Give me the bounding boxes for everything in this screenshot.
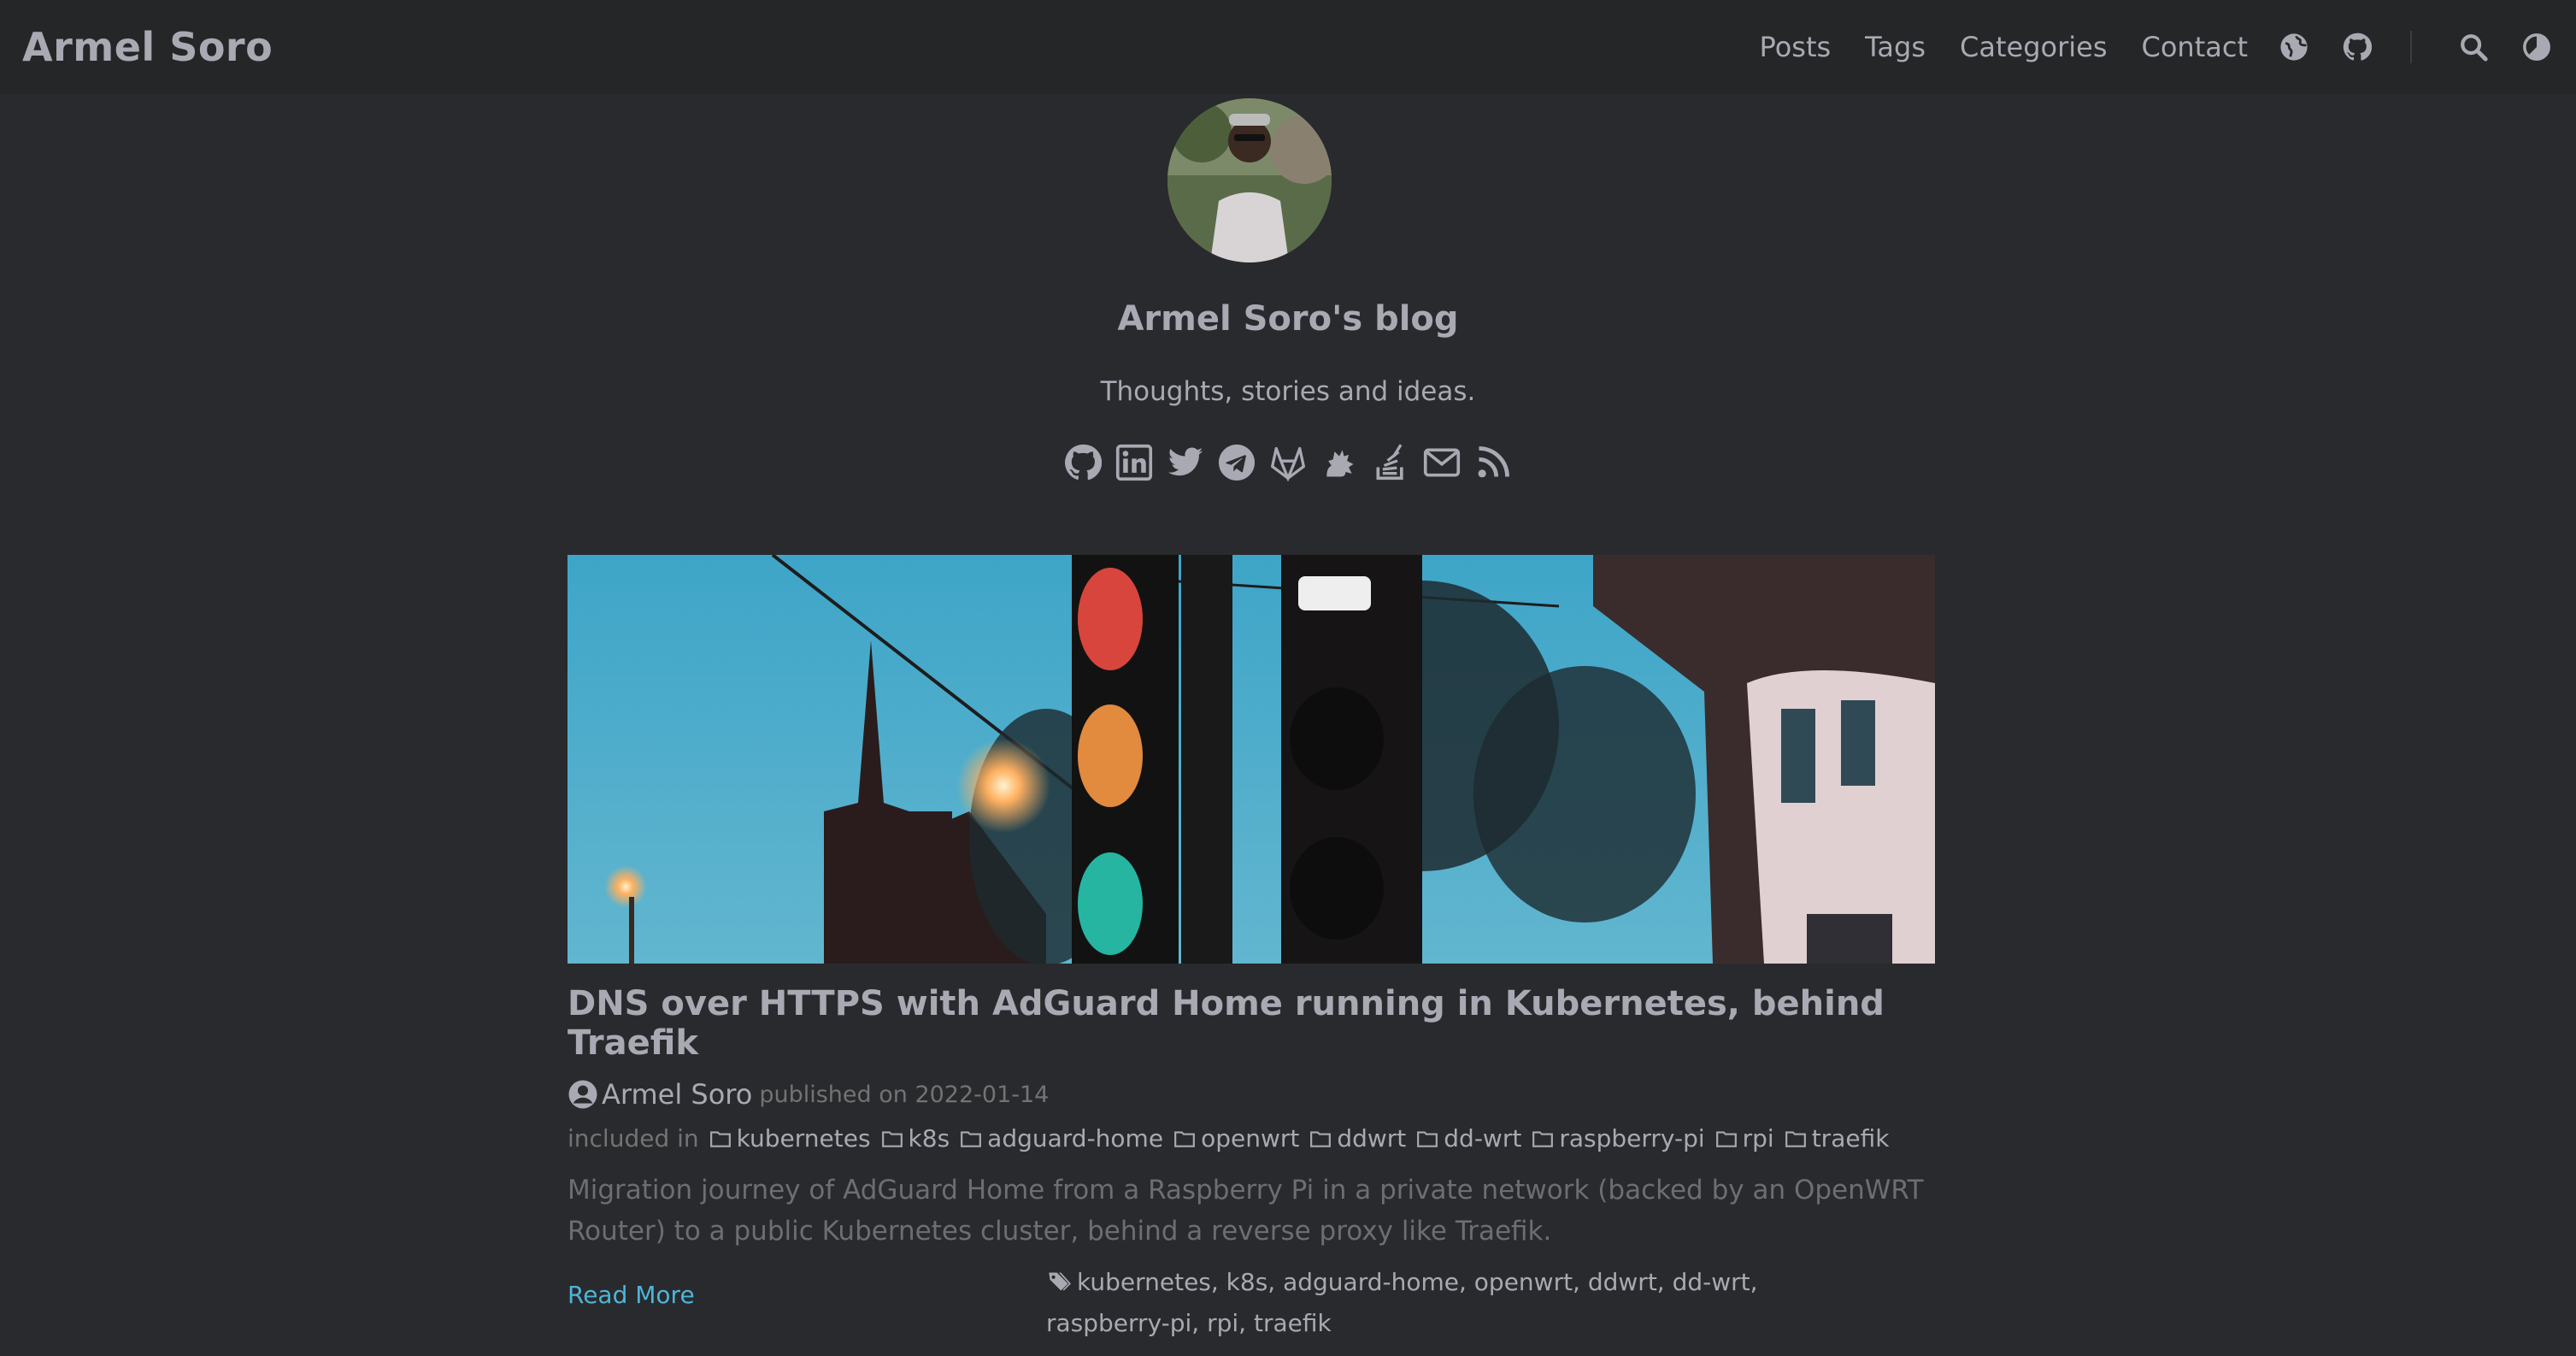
language-icon[interactable]	[2277, 30, 2311, 64]
stackoverflow-icon[interactable]	[1370, 440, 1411, 485]
profile-avatar	[1167, 98, 1332, 262]
theme-toggle-icon[interactable]	[2520, 30, 2554, 64]
post-meta: Armel Soro published on 2022-01-14	[568, 1078, 1935, 1111]
category-label: ddwrt	[1337, 1124, 1407, 1153]
linkedin-icon[interactable]	[1114, 440, 1155, 485]
post-footer: Read More kubernetes, k8s, adguard-home,…	[568, 1262, 1935, 1356]
category-link-kubernetes[interactable]: kubernetes	[708, 1124, 871, 1153]
category-label: raspberry-pi	[1559, 1124, 1705, 1153]
category-link-traefik[interactable]: traefik	[1783, 1124, 1890, 1153]
nav-posts[interactable]: Posts	[1760, 31, 1832, 63]
twitter-icon[interactable]	[1165, 440, 1206, 485]
category-link-k8s[interactable]: k8s	[879, 1124, 950, 1153]
category-link-rpi[interactable]: rpi	[1714, 1124, 1774, 1153]
post-categories: included in kubernetes k8s adguard-home ope…	[568, 1124, 1935, 1153]
email-icon[interactable]	[1421, 440, 1462, 485]
category-link-dd-wrt[interactable]: dd-wrt	[1414, 1124, 1521, 1153]
blog-subtitle: Thoughts, stories and ideas.	[1100, 376, 1476, 407]
folder-icon	[1174, 1130, 1195, 1147]
post-summary: Migration journey of AdGuard Home from a…	[568, 1175, 1924, 1247]
folder-icon	[1417, 1130, 1438, 1147]
social-links	[0, 440, 2576, 485]
nav-tags[interactable]: Tags	[1865, 31, 1926, 63]
category-link-adguard-home[interactable]: adguard-home	[958, 1124, 1163, 1153]
included-in-label: included in	[568, 1124, 699, 1153]
category-link-openwrt[interactable]: openwrt	[1172, 1124, 1299, 1153]
main-nav: Posts Tags Categories Contact	[1760, 0, 2554, 94]
folder-icon	[1532, 1130, 1554, 1147]
rss-icon[interactable]	[1473, 440, 1514, 485]
category-label: rpi	[1742, 1124, 1774, 1153]
folder-icon	[881, 1130, 903, 1147]
post-date: published on 2022-01-14	[759, 1081, 1050, 1108]
post-author[interactable]: Armel Soro	[602, 1078, 752, 1111]
user-icon	[568, 1080, 597, 1109]
read-more-link[interactable]: Read More	[568, 1281, 695, 1309]
telegram-icon[interactable]	[1216, 440, 1257, 485]
post-cover-image[interactable]	[568, 555, 1935, 964]
github-icon[interactable]	[2340, 30, 2374, 64]
folder-icon	[1715, 1130, 1737, 1147]
site-logo[interactable]: Armel Soro	[22, 24, 273, 70]
gitlab-icon[interactable]	[1267, 440, 1309, 485]
folder-icon	[961, 1130, 982, 1147]
post-tags: kubernetes, k8s, adguard-home, openwrt, …	[1046, 1262, 1815, 1344]
folder-icon	[1310, 1130, 1332, 1147]
category-label: traefik	[1811, 1124, 1890, 1153]
nav-contact[interactable]: Contact	[2142, 31, 2249, 63]
category-link-raspberry-pi[interactable]: raspberry-pi	[1530, 1124, 1705, 1153]
nav-divider	[2410, 31, 2412, 63]
category-label: adguard-home	[987, 1124, 1164, 1153]
category-label: dd-wrt	[1444, 1124, 1522, 1153]
category-label: openwrt	[1201, 1124, 1300, 1153]
category-label: kubernetes	[736, 1124, 871, 1153]
folder-icon	[709, 1130, 731, 1147]
search-icon[interactable]	[2456, 30, 2491, 64]
github-icon[interactable]	[1062, 440, 1103, 485]
category-label: k8s	[908, 1124, 950, 1153]
folder-icon	[1785, 1130, 1806, 1147]
top-navbar: Armel Soro Posts Tags Categories Contact	[0, 0, 2576, 94]
tags-list[interactable]: kubernetes, k8s, adguard-home, openwrt, …	[1046, 1268, 1758, 1337]
post-title[interactable]: DNS over HTTPS with AdGuard Home running…	[568, 984, 1935, 1063]
category-link-ddwrt[interactable]: ddwrt	[1308, 1124, 1406, 1153]
mastodon-icon[interactable]	[1319, 440, 1360, 485]
post-card: DNS over HTTPS with AdGuard Home running…	[568, 555, 1935, 1356]
blog-title: Armel Soro's blog	[1117, 299, 1459, 339]
tags-icon	[1049, 1272, 1071, 1291]
nav-categories[interactable]: Categories	[1960, 31, 2107, 63]
